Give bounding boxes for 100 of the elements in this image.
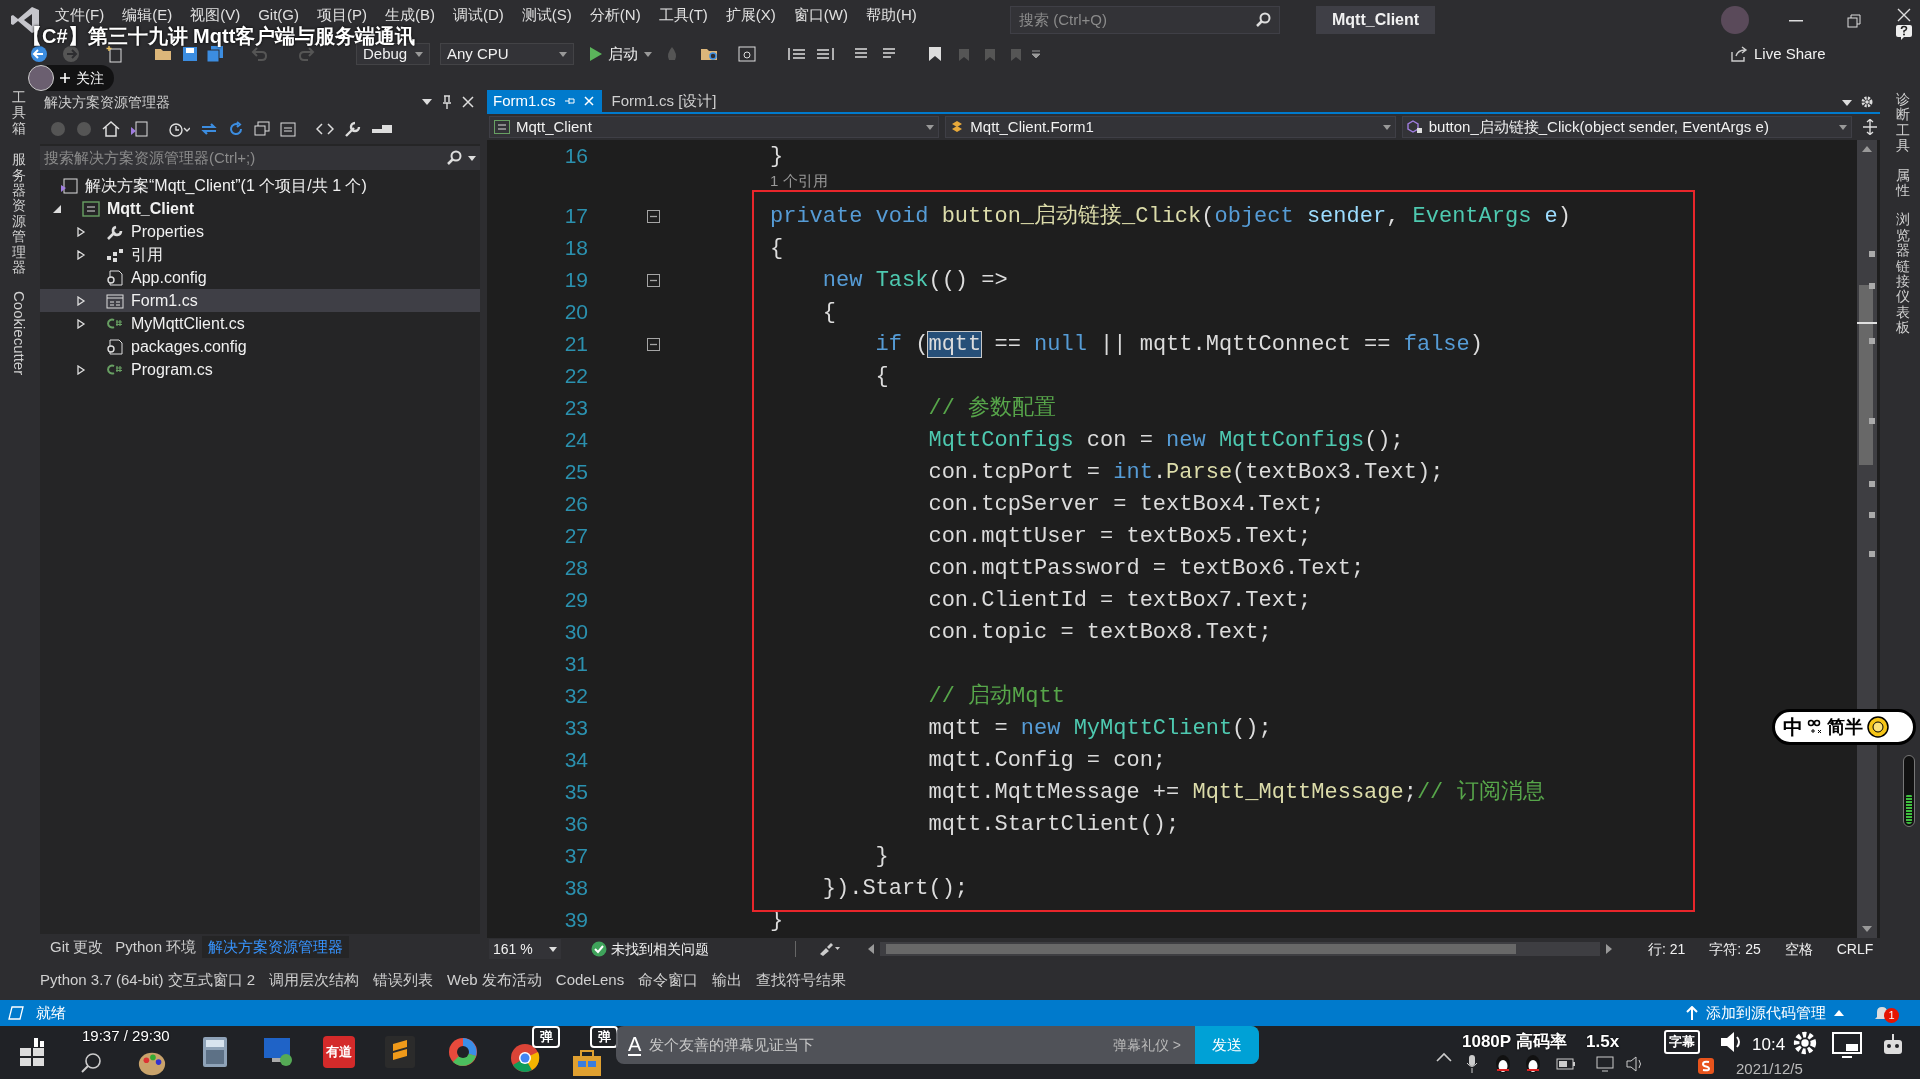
tree-item[interactable]: 解决方案“Mqtt_Client”(1 个项目/共 1 个) — [40, 174, 480, 197]
search-icon[interactable] — [80, 1052, 102, 1074]
collapse-icon[interactable] — [647, 209, 660, 223]
side-tab[interactable]: Cookiecutter — [7, 291, 31, 376]
follow-button[interactable]: 关注 — [28, 65, 114, 91]
platform-dropdown[interactable]: Any CPU — [440, 43, 574, 65]
tree-item[interactable]: Program.cs — [40, 358, 480, 381]
penguin-icon[interactable] — [1524, 1054, 1542, 1074]
menu-item[interactable]: 扩展(X) — [716, 4, 785, 27]
dictionary-app-icon[interactable]: 有道 — [323, 1036, 355, 1068]
network-icon[interactable] — [1594, 1056, 1616, 1072]
brush-icon[interactable] — [818, 942, 840, 956]
tool-window-tab[interactable]: Web 发布活动 — [447, 968, 542, 992]
collapsed-arrow-icon[interactable] — [76, 226, 86, 237]
menu-item[interactable]: 窗口(W) — [784, 4, 857, 27]
code-icon[interactable] — [316, 122, 334, 136]
copy-icon[interactable] — [280, 121, 296, 137]
preview-icon[interactable] — [372, 124, 392, 134]
scroll-thumb[interactable] — [1859, 285, 1873, 465]
search-field[interactable]: 搜索解决方案资源管理器(Ctrl+;) — [40, 146, 480, 170]
menu-item[interactable]: 编辑(E) — [113, 4, 182, 27]
close-icon[interactable] — [1897, 8, 1912, 22]
close-icon[interactable] — [462, 96, 474, 108]
collapse-icon[interactable] — [647, 337, 660, 351]
line-indicator[interactable]: 行: 21 — [1648, 938, 1686, 960]
live-share-button[interactable]: Live Share — [1730, 42, 1826, 66]
menu-item[interactable]: 测试(S) — [512, 4, 581, 27]
menu-item[interactable]: 生成(B) — [376, 4, 444, 27]
store-icon[interactable] — [572, 1048, 602, 1076]
panel-tab[interactable]: Git 更改 — [44, 936, 110, 958]
browser-icon[interactable] — [738, 46, 756, 62]
danmaku-input-bar[interactable]: A 发个友善的弹幕见证当下 弹幕礼仪 > 发送 — [616, 1026, 1259, 1064]
danmaku-input-field[interactable]: 发个友善的弹幕见证当下 — [649, 1033, 1113, 1057]
scroll-right-icon[interactable] — [1606, 944, 1612, 954]
battery-icon[interactable] — [1556, 1058, 1576, 1070]
column-indicator[interactable]: 字符: 25 — [1709, 938, 1761, 960]
etiquette-link[interactable]: 弹幕礼仪 > — [1112, 1034, 1181, 1056]
zoom-dropdown[interactable]: 161 % — [489, 939, 561, 959]
start-button[interactable]: 启动 — [588, 43, 654, 65]
tool-window-tab[interactable]: 输出 — [712, 968, 743, 992]
start-icon[interactable] — [20, 1038, 46, 1066]
solution-view-icon[interactable] — [130, 121, 148, 137]
sun-icon[interactable] — [1867, 716, 1889, 738]
line-ending-indicator[interactable]: CRLF — [1836, 938, 1874, 960]
history-icon[interactable] — [168, 121, 190, 137]
side-tab[interactable]: 浏览器链接仪表板 — [1896, 212, 1910, 336]
ime-toolbar[interactable]: 中 简半 — [1772, 709, 1916, 745]
dropdown-icon[interactable] — [1842, 100, 1852, 106]
scroll-down-icon[interactable] — [1862, 926, 1872, 932]
save-icon[interactable] — [182, 46, 198, 62]
settings-icon[interactable] — [1860, 95, 1874, 109]
split-icon[interactable] — [1862, 119, 1878, 135]
tree-item[interactable]: Mqtt_Client — [40, 197, 480, 220]
expanded-arrow-icon[interactable] — [52, 203, 62, 214]
scroll-left-icon[interactable] — [868, 944, 874, 954]
tree-item[interactable]: Form1.cs — [40, 289, 480, 312]
quality-button[interactable]: 1080P 高码率 — [1462, 1029, 1567, 1055]
collapsed-arrow-icon[interactable] — [76, 318, 86, 329]
chrome-icon[interactable] — [509, 1042, 541, 1074]
punctuation-icon[interactable] — [1807, 719, 1823, 735]
pin-icon[interactable] — [442, 95, 452, 109]
tool-window-tab[interactable]: CodeLens — [555, 968, 625, 992]
source-control-button[interactable]: 添加到源代码管理 — [1686, 1001, 1844, 1025]
issues-status[interactable]: 未找到相关问题 — [611, 938, 709, 960]
scroll-thumb[interactable] — [886, 944, 1516, 954]
new-item-icon[interactable] — [106, 45, 124, 63]
menu-item[interactable]: 分析(N) — [580, 4, 650, 27]
picture-in-picture-icon[interactable] — [1832, 1032, 1862, 1060]
microphone-icon[interactable] — [1466, 1054, 1478, 1074]
menu-item[interactable]: 工具(T) — [649, 4, 717, 27]
side-tab[interactable]: 工具箱 — [12, 90, 26, 137]
subtitle-button[interactable]: 字幕 — [1664, 1030, 1700, 1054]
danmaku-style-button[interactable]: A — [628, 1034, 642, 1056]
restore-icon[interactable] — [1847, 14, 1862, 28]
outdent-icon[interactable] — [816, 46, 834, 62]
project-dropdown[interactable]: Mqtt_Client — [489, 116, 940, 138]
caret-icon[interactable] — [468, 155, 476, 161]
menu-item[interactable]: 帮助(H) — [856, 4, 926, 27]
tree-item[interactable]: Properties — [40, 220, 480, 243]
indent-icon[interactable] — [788, 46, 806, 62]
colorful-circle-icon[interactable] — [447, 1036, 479, 1068]
back-icon[interactable] — [30, 45, 48, 63]
collapse-all-icon[interactable] — [254, 121, 270, 137]
menu-item[interactable]: 文件(F) — [46, 4, 114, 27]
member-dropdown[interactable]: button_启动链接_Click(object sender, EventArgs e) — [1401, 116, 1853, 138]
side-tab[interactable]: 属性 — [1896, 167, 1910, 199]
save-all-icon[interactable] — [206, 45, 224, 63]
sync-icon[interactable] — [200, 121, 218, 137]
folder-search-icon[interactable] — [700, 46, 720, 62]
remote-desktop-icon[interactable] — [262, 1036, 294, 1068]
danmaku-toggle[interactable]: 弹 — [590, 1026, 618, 1048]
side-tab[interactable]: 诊断工具 — [1896, 92, 1910, 154]
side-tab[interactable]: 服务器资源管理器 — [12, 152, 26, 276]
reference-count-link[interactable]: 1 个引用 — [770, 172, 828, 190]
tool-window-tab[interactable]: 调用层次结构 — [269, 968, 360, 992]
chevron-up-icon[interactable] — [1436, 1052, 1452, 1062]
danmaku-toggle[interactable]: 弹 — [532, 1026, 560, 1048]
refresh-icon[interactable] — [228, 121, 244, 137]
tool-window-tab[interactable]: 查找符号结果 — [756, 968, 847, 992]
speed-button[interactable]: 1.5x — [1586, 1029, 1620, 1055]
